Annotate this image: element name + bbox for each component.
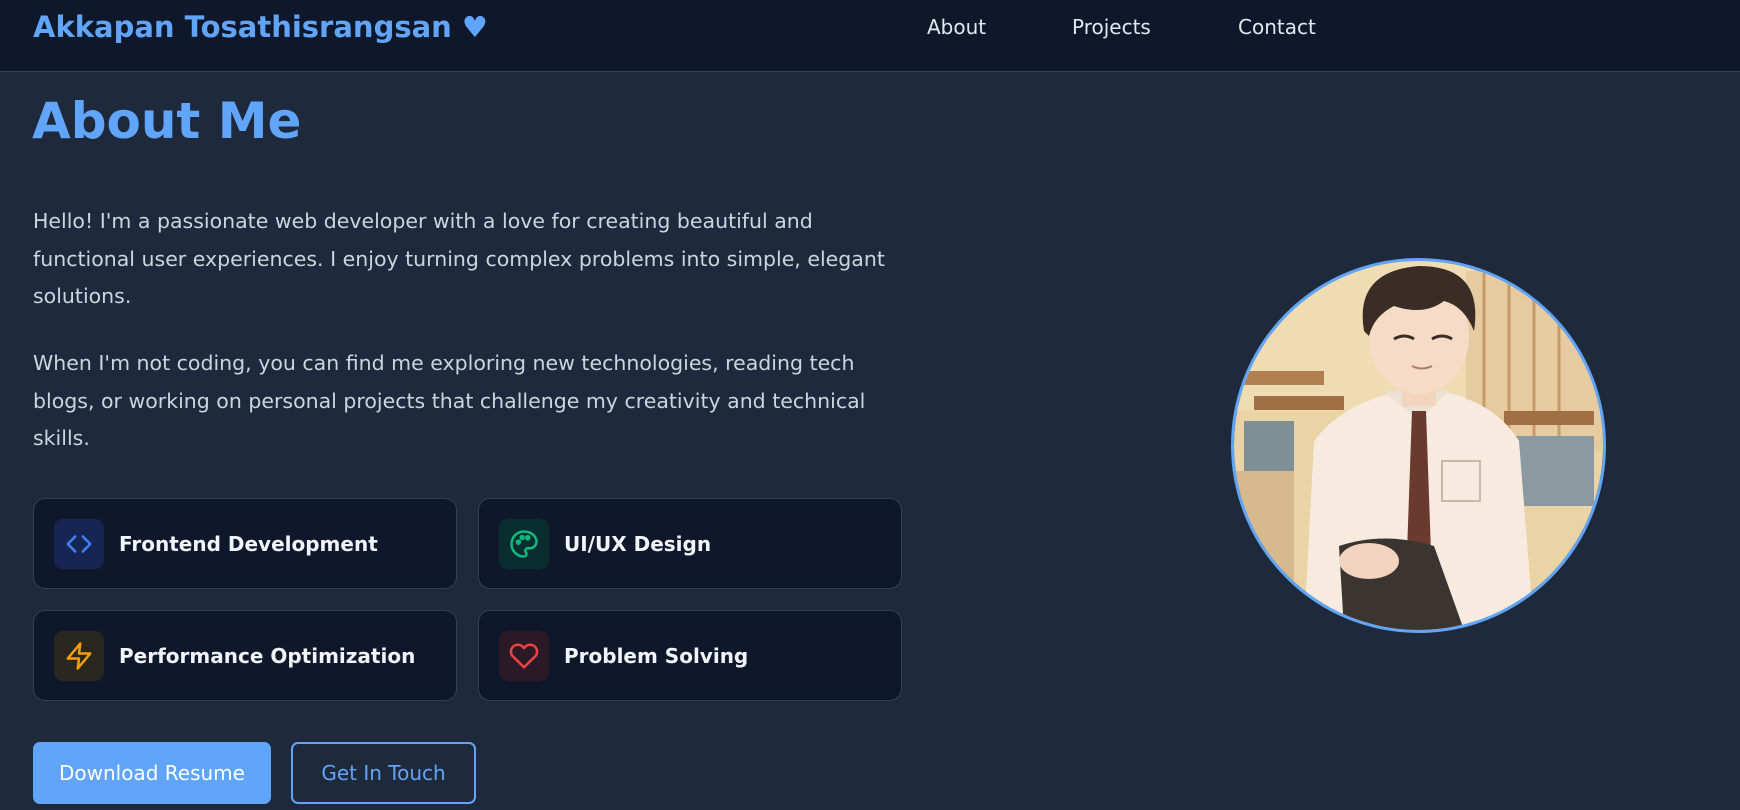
page-title: About Me — [32, 92, 302, 150]
skill-card-problem-solving: Problem Solving — [478, 610, 902, 701]
nav-link-projects[interactable]: Projects — [1072, 15, 1151, 39]
skill-label: Problem Solving — [564, 644, 749, 668]
download-resume-button[interactable]: Download Resume — [33, 742, 271, 804]
nav-link-about[interactable]: About — [927, 15, 986, 39]
skill-card-frontend: Frontend Development — [33, 498, 457, 589]
navbar: Akkapan Tosathisrangsan ♥ About Projects… — [0, 0, 1740, 72]
hobbies-paragraph: When I'm not coding, you can find me exp… — [33, 351, 866, 450]
intro-paragraph: Hello! I'm a passionate web developer wi… — [33, 209, 885, 308]
heart-icon — [499, 631, 549, 681]
skill-label: Frontend Development — [119, 532, 378, 556]
skill-label: Performance Optimization — [119, 644, 416, 668]
palette-icon — [499, 519, 549, 569]
skill-label: UI/UX Design — [564, 532, 712, 556]
skill-card-design: UI/UX Design — [478, 498, 902, 589]
brand-logo[interactable]: Akkapan Tosathisrangsan ♥ — [33, 10, 488, 44]
code-icon — [54, 519, 104, 569]
get-in-touch-button[interactable]: Get In Touch — [291, 742, 476, 804]
profile-avatar — [1231, 258, 1606, 633]
skill-card-performance: Performance Optimization — [33, 610, 457, 701]
nav-link-contact[interactable]: Contact — [1238, 15, 1316, 39]
lightning-icon — [54, 631, 104, 681]
